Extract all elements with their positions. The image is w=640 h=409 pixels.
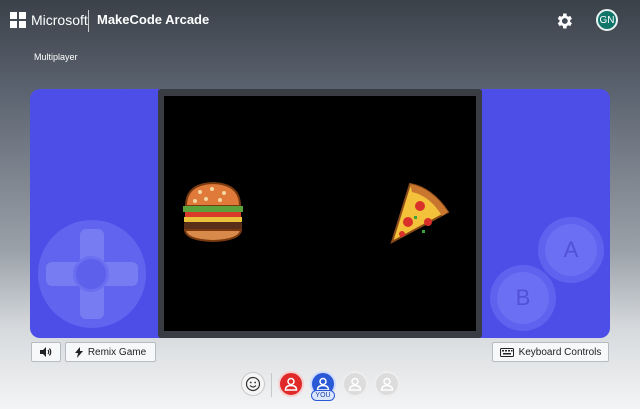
person-icon xyxy=(284,377,298,391)
person-icon xyxy=(380,377,394,391)
mode-label: Multiplayer xyxy=(34,52,78,62)
you-badge: YOU xyxy=(311,390,335,401)
keyboard-controls-label: Keyboard Controls xyxy=(518,346,602,358)
remix-game-label: Remix Game xyxy=(87,346,147,358)
top-bar: Microsoft MakeCode Arcade GN xyxy=(0,0,640,42)
header-divider xyxy=(88,10,89,32)
smiley-icon xyxy=(245,376,261,392)
pizza-sprite xyxy=(390,182,450,245)
player-slot-1[interactable] xyxy=(278,371,304,397)
burger-sprite xyxy=(183,181,243,243)
player-slot-4[interactable] xyxy=(374,371,400,397)
player-divider xyxy=(271,373,272,397)
mute-button[interactable] xyxy=(31,342,61,362)
remix-game-button[interactable]: Remix Game xyxy=(65,342,156,362)
app-title[interactable]: MakeCode Arcade xyxy=(97,12,209,28)
b-button[interactable]: B xyxy=(497,272,549,324)
speaker-icon xyxy=(40,347,52,357)
brand-name: Microsoft xyxy=(31,12,88,28)
keyboard-controls-button[interactable]: Keyboard Controls xyxy=(492,342,609,362)
lightning-icon xyxy=(74,346,83,358)
game-screen[interactable] xyxy=(164,96,476,331)
emote-button[interactable] xyxy=(241,372,265,396)
a-button[interactable]: A xyxy=(545,224,597,276)
player-slot-3[interactable] xyxy=(342,371,368,397)
person-icon xyxy=(348,377,362,391)
windows-logo-icon xyxy=(10,12,26,28)
keyboard-icon xyxy=(499,347,514,357)
gear-icon[interactable] xyxy=(554,11,574,31)
person-icon xyxy=(316,377,330,391)
dpad-center xyxy=(73,256,109,292)
user-avatar[interactable]: GN xyxy=(596,9,618,31)
